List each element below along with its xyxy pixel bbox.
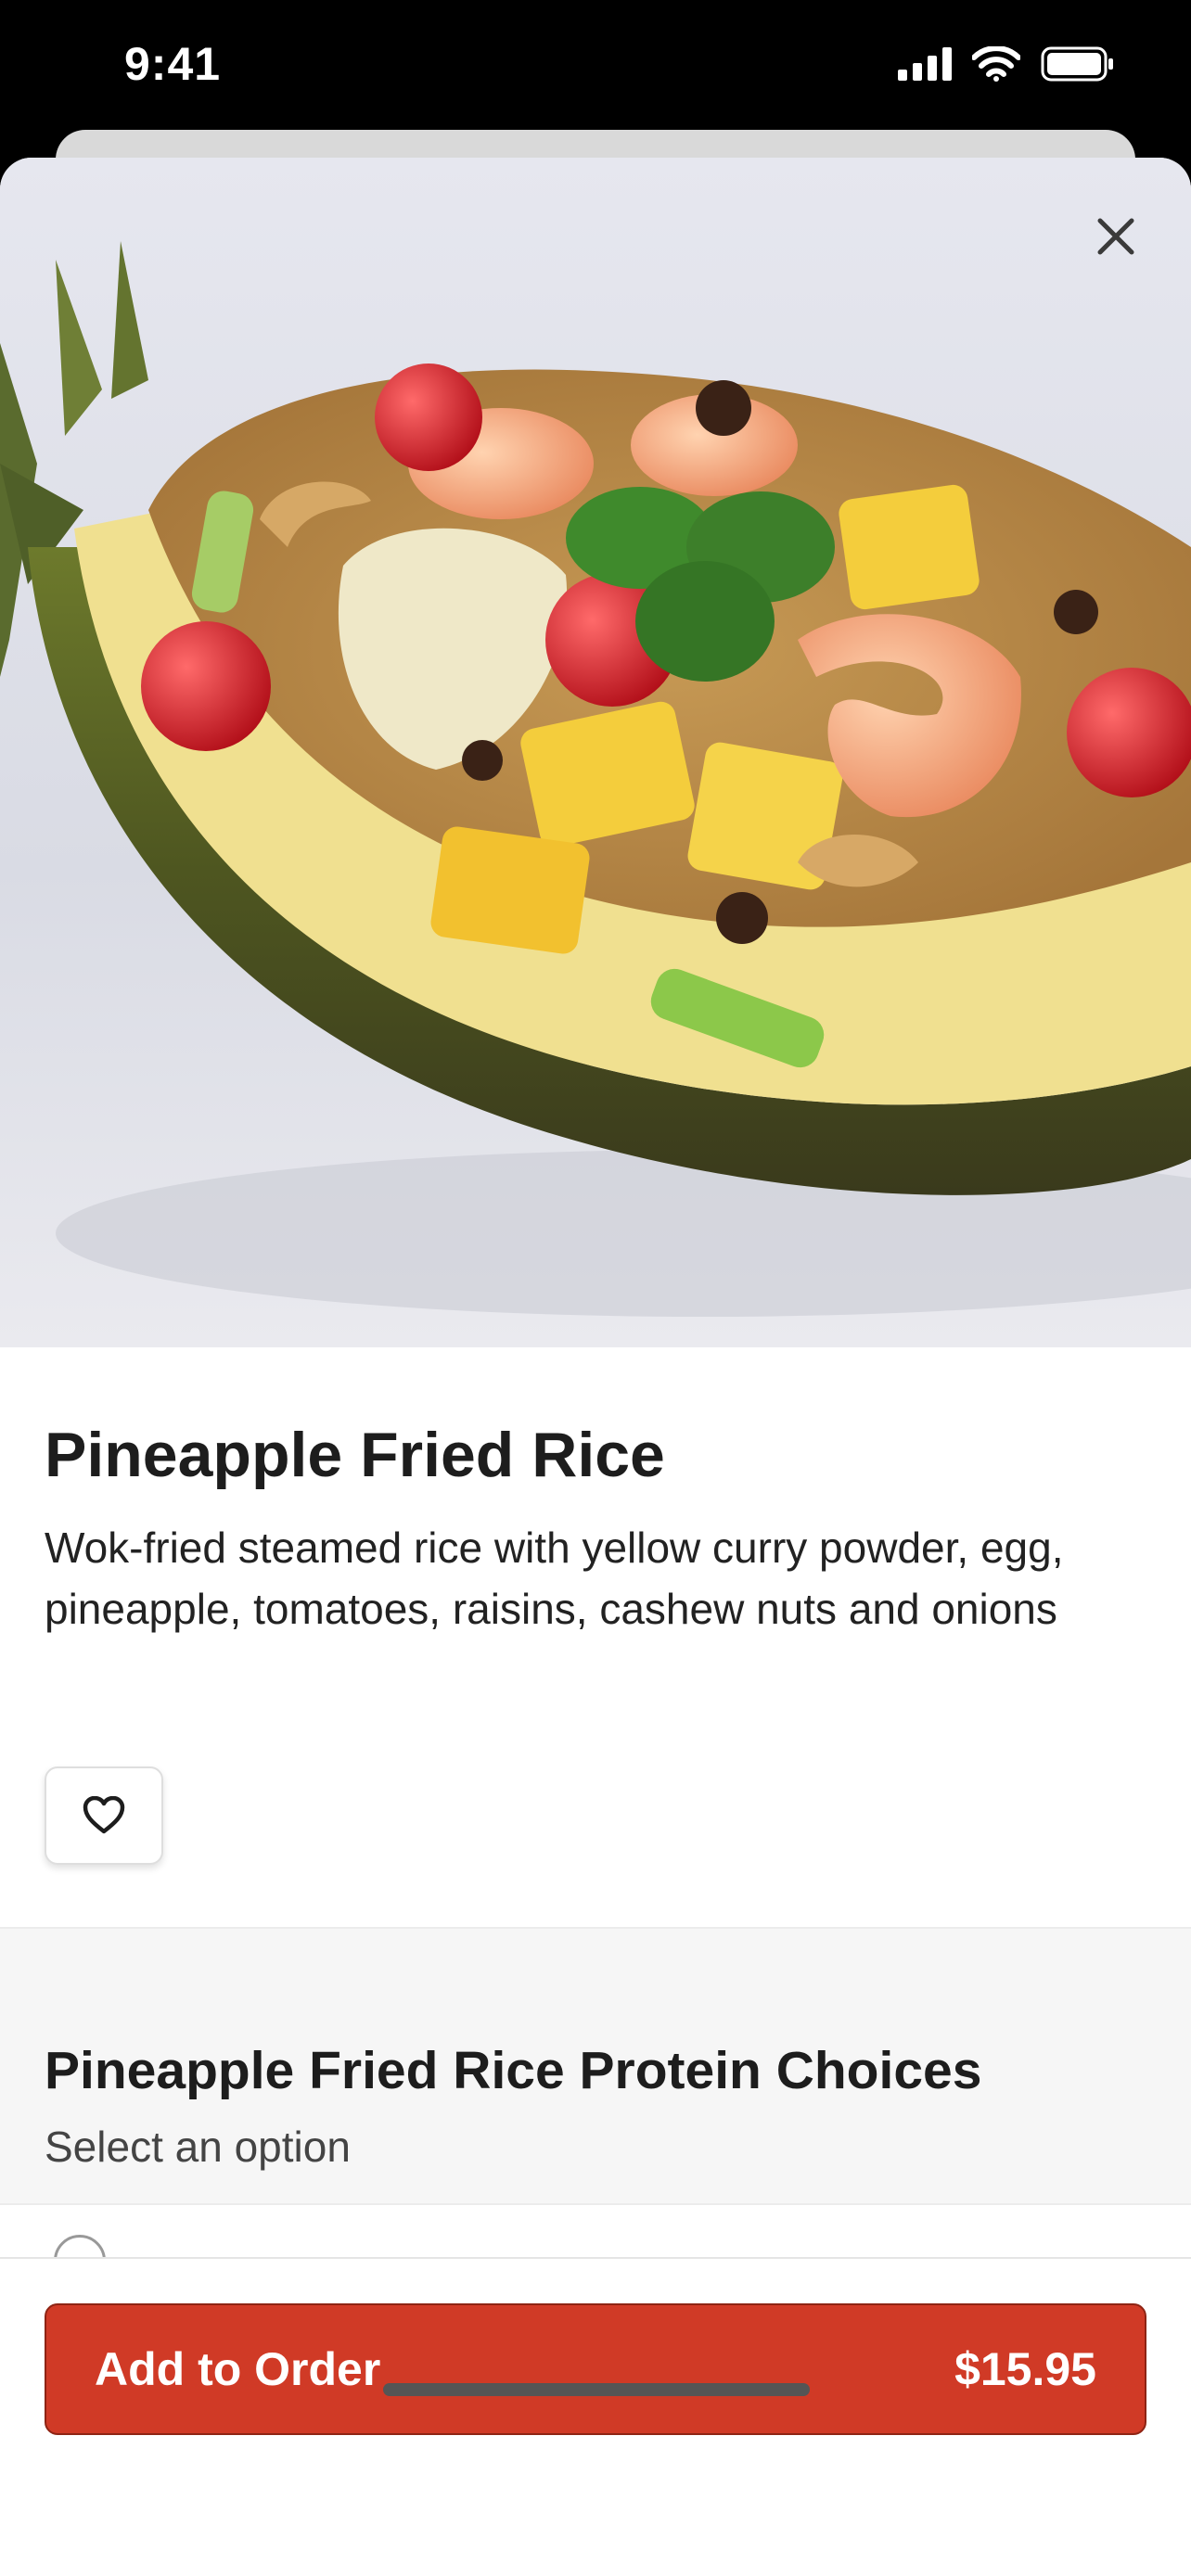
status-icons (898, 46, 1115, 82)
battery-icon (1041, 46, 1113, 82)
options-title: Pineapple Fried Rice Protein Choices (45, 2041, 982, 2100)
status-bar: 9:41 (0, 0, 1191, 139)
status-time: 9:41 (124, 38, 222, 90)
heart-icon (83, 1796, 125, 1834)
favorite-button[interactable] (45, 1766, 163, 1865)
item-description: Wok-fried steamed rice with yellow curry… (45, 1524, 1064, 1633)
home-indicator (383, 2383, 810, 2396)
item-title: Pineapple Fried Rice (45, 1420, 665, 1490)
close-icon (1097, 218, 1134, 255)
bottom-action-bar: Add to Order $15.95 (0, 2257, 1191, 2576)
item-photo (0, 158, 1191, 1347)
wifi-icon (972, 46, 1020, 82)
options-subtitle: Select an option (45, 2123, 351, 2171)
add-to-order-label: Add to Order (95, 2343, 381, 2395)
divider (0, 2203, 1191, 2205)
item-detail-sheet: Pineapple Fried Rice Wok-fried steamed r… (0, 158, 1191, 2576)
add-to-order-button[interactable]: Add to Order $15.95 (45, 2303, 1146, 2435)
signal-icon (898, 47, 952, 81)
close-button[interactable] (1083, 204, 1148, 269)
order-price: $15.95 (954, 2343, 1096, 2395)
